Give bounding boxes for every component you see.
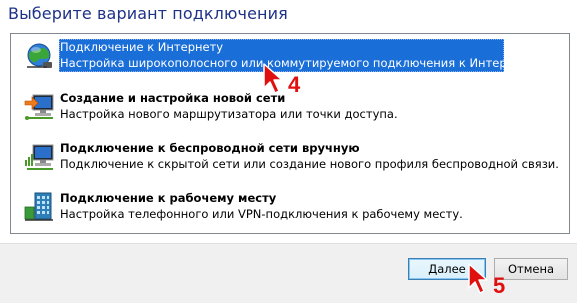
option-description: Настройка нового маршрутизатора или точк… [60, 107, 398, 121]
workplace-icon [24, 192, 53, 221]
option-workplace[interactable]: Подключение к рабочему месту Настройка т… [11, 187, 569, 227]
option-description: Подключение к скрытой сети или создание … [60, 157, 559, 171]
option-title: Подключение к Интернету [60, 40, 224, 54]
option-description: Настройка телефонного или VPN-подключени… [60, 207, 463, 221]
step-5-marker: 5 [493, 273, 506, 298]
option-title: Подключение к беспроводной сети вручную [60, 141, 360, 155]
option-description: Настройка широкополосного или коммутируе… [60, 56, 539, 70]
page-title: Выберите вариант подключения [8, 4, 288, 23]
option-wireless-manual[interactable]: Подключение к беспроводной сети вручную … [11, 137, 569, 177]
option-title: Создание и настройка новой сети [60, 91, 286, 105]
wireless-network-icon [25, 144, 54, 170]
mouse-cursor-icon [468, 263, 488, 294]
globe-network-icon [27, 43, 52, 68]
mouse-cursor-icon [263, 63, 283, 94]
option-title: Подключение к рабочему месту [60, 191, 277, 205]
step-4-marker: 4 [288, 72, 301, 97]
option-internet-connection[interactable]: Подключение к Интернету Настройка широко… [11, 36, 569, 76]
connection-options-list[interactable]: Подключение к Интернету Настройка широко… [10, 33, 570, 234]
new-network-icon [24, 94, 54, 120]
